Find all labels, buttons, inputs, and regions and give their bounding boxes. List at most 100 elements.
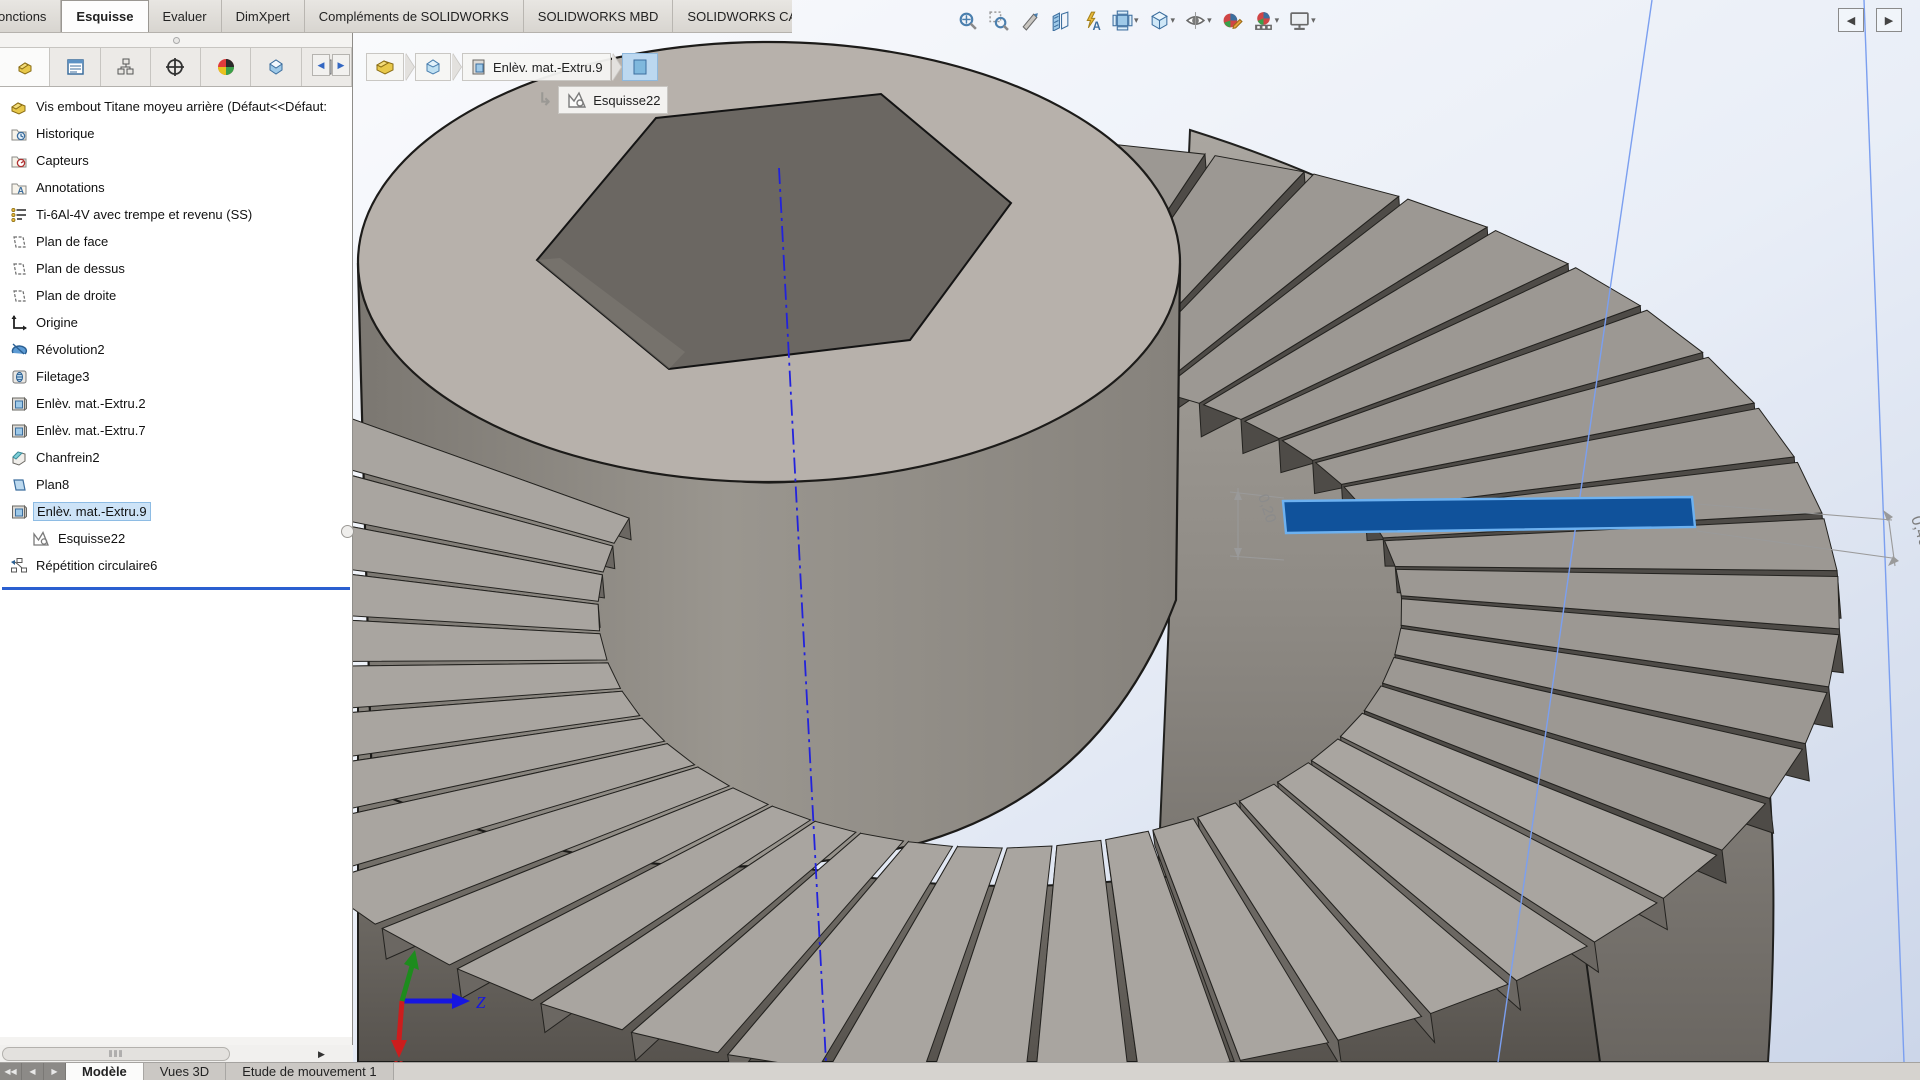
tree-item-label: Historique	[33, 125, 98, 142]
breadcrumb-sketch-chip[interactable]: Esquisse22	[558, 86, 668, 114]
tree-item-10[interactable]: Filetage3	[2, 363, 352, 390]
revolve-icon	[10, 341, 28, 359]
scrollbar-thumb[interactable]: ⦀⦀⦀	[2, 1047, 230, 1061]
cut-extrude-icon	[10, 395, 28, 413]
tree-item-16[interactable]: Esquisse22	[2, 525, 352, 552]
bottom-tab-3[interactable]: Etude de mouvement 1	[226, 1063, 393, 1080]
view-settings-button[interactable]: ▾	[1287, 8, 1318, 33]
dropdown-caret-icon[interactable]: ▾	[1275, 15, 1280, 26]
tree-item-17[interactable]: Répétition circulaire6	[2, 552, 352, 579]
command-tab[interactable]: onctions	[0, 0, 61, 32]
panel-tab-displaymanager[interactable]	[201, 48, 251, 86]
panel-tab-dimxpertmanager[interactable]	[151, 48, 201, 86]
tree-item-7[interactable]: Plan de droite	[2, 282, 352, 309]
dropdown-caret-icon[interactable]: ▾	[1311, 15, 1316, 26]
breadcrumb-sketch-label: Esquisse22	[593, 93, 660, 108]
tree-item-11[interactable]: Enlèv. mat.-Extru.2	[2, 390, 352, 417]
panel-grip-handle[interactable]	[0, 33, 352, 47]
tree-item-label: Ti-6Al-4V avec trempe et revenu (SS)	[33, 206, 255, 223]
tree-item-4[interactable]: Ti-6Al-4V avec trempe et revenu (SS)	[2, 201, 352, 228]
panel-tab-cam-tree[interactable]	[251, 48, 301, 86]
panel-splitter[interactable]	[345, 33, 353, 1045]
tree-item-9[interactable]: Révolution2	[2, 336, 352, 363]
pane-expand-right-button[interactable]: ▶	[1876, 8, 1902, 32]
tree-item-label: Plan de face	[33, 233, 111, 250]
command-tab[interactable]: SOLIDWORKS MBD	[524, 0, 674, 32]
plane-icon	[10, 233, 28, 251]
edit-appearance-button[interactable]	[1220, 8, 1245, 33]
solid-body-icon	[423, 57, 443, 77]
tree-root-part[interactable]: Vis embout Titane moyeu arrière (Défaut<…	[2, 93, 352, 120]
breadcrumb-part-chip[interactable]	[366, 53, 404, 81]
breadcrumb-chevron	[405, 53, 414, 81]
return-arrow-icon: ↳	[538, 90, 552, 110]
feature-tree: Vis embout Titane moyeu arrière (Défaut<…	[0, 87, 352, 1037]
tree-item-8[interactable]: Origine	[2, 309, 352, 336]
previous-view-button[interactable]	[1017, 8, 1042, 33]
tree-item-label: Répétition circulaire6	[33, 557, 160, 574]
tab-scroll-first-button[interactable]: ◀◀	[0, 1063, 22, 1080]
hide-show-items-icon	[1185, 10, 1206, 31]
view-orientation-button[interactable]: ▾	[1110, 8, 1141, 33]
command-tab[interactable]: Esquisse	[61, 0, 148, 32]
sketch-icon	[32, 530, 50, 548]
tree-item-6[interactable]: Plan de dessus	[2, 255, 352, 282]
face-icon	[630, 57, 650, 77]
view-settings-icon	[1289, 10, 1310, 31]
svg-text:Z: Z	[476, 993, 486, 1012]
command-tab[interactable]: Evaluer	[149, 0, 222, 32]
hide-annotations-button[interactable]: A	[1079, 8, 1104, 33]
edit-appearance-icon	[1222, 10, 1243, 31]
dropdown-caret-icon[interactable]: ▾	[1171, 15, 1176, 26]
tree-item-3[interactable]: AAnnotations	[2, 174, 352, 201]
hide-show-items-button[interactable]: ▾	[1183, 8, 1214, 33]
tree-item-13[interactable]: Chanfrein2	[2, 444, 352, 471]
breadcrumb-face-chip[interactable]	[622, 53, 658, 81]
propertymanager-icon	[65, 57, 85, 77]
section-view-icon	[1050, 10, 1071, 31]
tree-horizontal-scrollbar[interactable]: ⦀⦀⦀ ▶	[0, 1045, 353, 1063]
selected-sketch-face[interactable]	[1283, 497, 1695, 533]
sensors-folder-icon	[10, 152, 28, 170]
breadcrumb-feature-chip[interactable]: Enlèv. mat.-Extru.9	[462, 53, 611, 81]
tree-item-1[interactable]: Historique	[2, 120, 352, 147]
zoom-to-area-button[interactable]	[986, 8, 1011, 33]
section-view-button[interactable]	[1048, 8, 1073, 33]
command-tab[interactable]: DimXpert	[222, 0, 305, 32]
panel-tab-scroll-left-button[interactable]: ◀	[312, 54, 330, 76]
dropdown-caret-icon[interactable]: ▾	[1207, 15, 1212, 26]
dropdown-caret-icon[interactable]: ▾	[1134, 15, 1139, 26]
bottom-tab-1[interactable]: Modèle	[66, 1063, 144, 1080]
command-tab[interactable]: SOLIDWORKS CAM	[673, 0, 792, 32]
zoom-to-fit-button[interactable]	[955, 8, 980, 33]
tab-scroll-left-button[interactable]: ◀	[22, 1063, 44, 1080]
bottom-tab-bar: ◀◀ ◀ ▶ ModèleVues 3DEtude de mouvement 1	[0, 1062, 1920, 1080]
splitter-collapse-handle[interactable]	[341, 525, 354, 538]
tab-scroll-right-button[interactable]: ▶	[44, 1063, 66, 1080]
breadcrumb-chevron	[612, 53, 621, 81]
pane-collapse-left-button[interactable]: ◀	[1838, 8, 1864, 32]
tree-item-label: Plan8	[33, 476, 72, 493]
featuremanager-panel: ◀ ▶ Vis embout Titane moyeu arrière (Défa…	[0, 33, 353, 1063]
tree-item-5[interactable]: Plan de face	[2, 228, 352, 255]
panel-tab-propertymanager[interactable]	[50, 48, 100, 86]
breadcrumb-body-chip[interactable]	[415, 53, 451, 81]
panel-tab-featuremanager-tree[interactable]	[0, 48, 50, 86]
display-style-button[interactable]: ▾	[1147, 8, 1178, 33]
headsup-view-toolbar: A ▾ ▾ ▾ ▾ ▾	[955, 5, 1318, 35]
thread-icon	[10, 368, 28, 386]
tree-item-label: Capteurs	[33, 152, 92, 169]
rollback-bar[interactable]	[2, 587, 350, 590]
command-tab[interactable]: Compléments de SOLIDWORKS	[305, 0, 524, 32]
tree-item-15[interactable]: Enlèv. mat.-Extru.9	[2, 498, 352, 525]
breadcrumb-chevron	[452, 53, 461, 81]
scrollbar-right-arrow[interactable]: ▶	[318, 1049, 325, 1060]
svg-text:A: A	[18, 185, 25, 195]
tree-item-2[interactable]: Capteurs	[2, 147, 352, 174]
panel-tab-configurationmanager[interactable]	[101, 48, 151, 86]
bottom-tab-2[interactable]: Vues 3D	[144, 1063, 226, 1080]
origin-icon	[10, 314, 28, 332]
apply-scene-button[interactable]: ▾	[1251, 8, 1282, 33]
tree-item-12[interactable]: Enlèv. mat.-Extru.7	[2, 417, 352, 444]
tree-item-14[interactable]: Plan8	[2, 471, 352, 498]
